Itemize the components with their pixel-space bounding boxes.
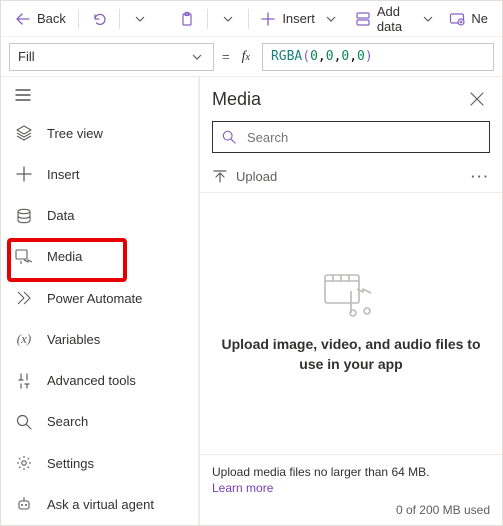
panel-footer: Upload media files no larger than 64 MB.… — [200, 454, 502, 525]
chevron-down-icon — [132, 11, 148, 27]
upload-icon — [212, 169, 228, 185]
chevron-down-icon — [422, 11, 433, 27]
separator — [78, 9, 79, 29]
sidebar-item-data[interactable]: Data — [1, 195, 198, 236]
empty-state-text: Upload image, video, and audio files to … — [220, 335, 482, 374]
sidebar-item-settings[interactable]: Settings — [1, 443, 198, 484]
formula-bar: Fill = fx RGBA(0, 0, 0, 0) — [1, 37, 502, 77]
panel-header: Media — [200, 77, 502, 121]
add-data-menu[interactable]: Add data — [349, 0, 440, 38]
database-icon — [15, 208, 33, 224]
sidebar-label: Tree view — [47, 126, 103, 141]
undo-icon — [91, 11, 107, 27]
add-data-label: Add data — [377, 4, 414, 34]
more-button[interactable]: ··· — [471, 169, 490, 184]
gear-icon — [15, 455, 33, 471]
usage-text: 0 of 200 MB used — [212, 503, 490, 517]
chevron-down-icon — [220, 11, 236, 27]
plus-icon — [260, 11, 276, 27]
undo-more-button[interactable] — [126, 7, 154, 31]
search-box[interactable] — [212, 121, 490, 153]
plus-icon — [15, 166, 33, 182]
sidebar-label: Advanced tools — [47, 373, 136, 388]
upload-label: Upload — [236, 169, 277, 184]
formula-fn: RGBA — [271, 49, 302, 64]
separator — [248, 9, 249, 29]
new-screen-menu[interactable]: Ne — [443, 7, 494, 31]
sidebar-item-advanced-tools[interactable]: Advanced tools — [1, 360, 198, 401]
flow-icon — [15, 290, 33, 306]
sidebar-item-insert[interactable]: Insert — [1, 154, 198, 195]
separator — [207, 9, 208, 29]
media-placeholder-icon — [323, 273, 379, 317]
formula-input[interactable]: RGBA(0, 0, 0, 0) — [262, 43, 494, 71]
sidebar-item-variables[interactable]: (x) Variables — [1, 319, 198, 360]
search-icon — [15, 414, 33, 430]
screen-icon — [449, 11, 465, 27]
bot-icon — [15, 496, 33, 512]
back-label: Back — [37, 11, 66, 26]
arrow-left-icon — [15, 11, 31, 27]
close-button[interactable] — [466, 88, 488, 110]
sidebar-item-media[interactable]: Media — [1, 236, 198, 277]
hamburger-button[interactable] — [1, 77, 198, 112]
search-icon — [221, 129, 237, 145]
back-button[interactable]: Back — [9, 7, 72, 31]
sidebar-label: Settings — [47, 456, 94, 471]
fx-label: fx — [238, 49, 254, 65]
sidebar-label: Variables — [47, 332, 100, 347]
footer-hint: Upload media files no larger than 64 MB. — [212, 465, 429, 479]
sidebar-label: Power Automate — [47, 291, 142, 306]
chevron-down-icon — [323, 11, 339, 27]
media-icon — [15, 249, 33, 265]
property-selector[interactable]: Fill — [9, 43, 214, 71]
insert-label: Insert — [282, 11, 315, 26]
sidebar-item-search[interactable]: Search — [1, 401, 198, 442]
undo-button[interactable] — [85, 7, 113, 31]
separator — [119, 9, 120, 29]
paste-button[interactable] — [173, 7, 201, 31]
tools-icon — [15, 373, 33, 389]
body: Tree view Insert Data Media Power Automa… — [1, 77, 502, 525]
clipboard-icon — [179, 11, 195, 27]
chevron-down-icon — [189, 49, 205, 65]
learn-more-link[interactable]: Learn more — [212, 481, 490, 495]
variable-icon: (x) — [15, 331, 33, 347]
new-screen-label: Ne — [471, 11, 488, 26]
search-container — [200, 121, 502, 161]
sidebar-label: Insert — [47, 167, 80, 182]
media-panel: Media Upload ··· — [199, 77, 502, 525]
sidebar-label: Media — [47, 249, 82, 264]
empty-state: Upload image, video, and audio files to … — [200, 193, 502, 454]
search-input[interactable] — [245, 129, 481, 146]
sidebar-label: Data — [47, 208, 74, 223]
sidebar-label: Ask a virtual agent — [47, 497, 154, 512]
property-name: Fill — [18, 49, 35, 64]
upload-button[interactable]: Upload — [212, 169, 277, 185]
equals-sign: = — [222, 49, 230, 64]
app-root: Back — [0, 0, 503, 526]
panel-title: Media — [212, 89, 261, 110]
left-rail: Tree view Insert Data Media Power Automa… — [1, 77, 199, 525]
paste-more-button[interactable] — [214, 7, 242, 31]
sidebar-item-power-automate[interactable]: Power Automate — [1, 277, 198, 318]
panel-toolbar: Upload ··· — [200, 161, 502, 193]
layers-icon — [15, 125, 33, 141]
sidebar-label: Search — [47, 414, 88, 429]
sidebar-item-virtual-agent[interactable]: Ask a virtual agent — [1, 484, 198, 525]
database-icon — [355, 11, 371, 27]
insert-menu[interactable]: Insert — [254, 7, 345, 31]
sidebar-item-tree-view[interactable]: Tree view — [1, 112, 198, 153]
command-bar: Back — [1, 1, 502, 37]
